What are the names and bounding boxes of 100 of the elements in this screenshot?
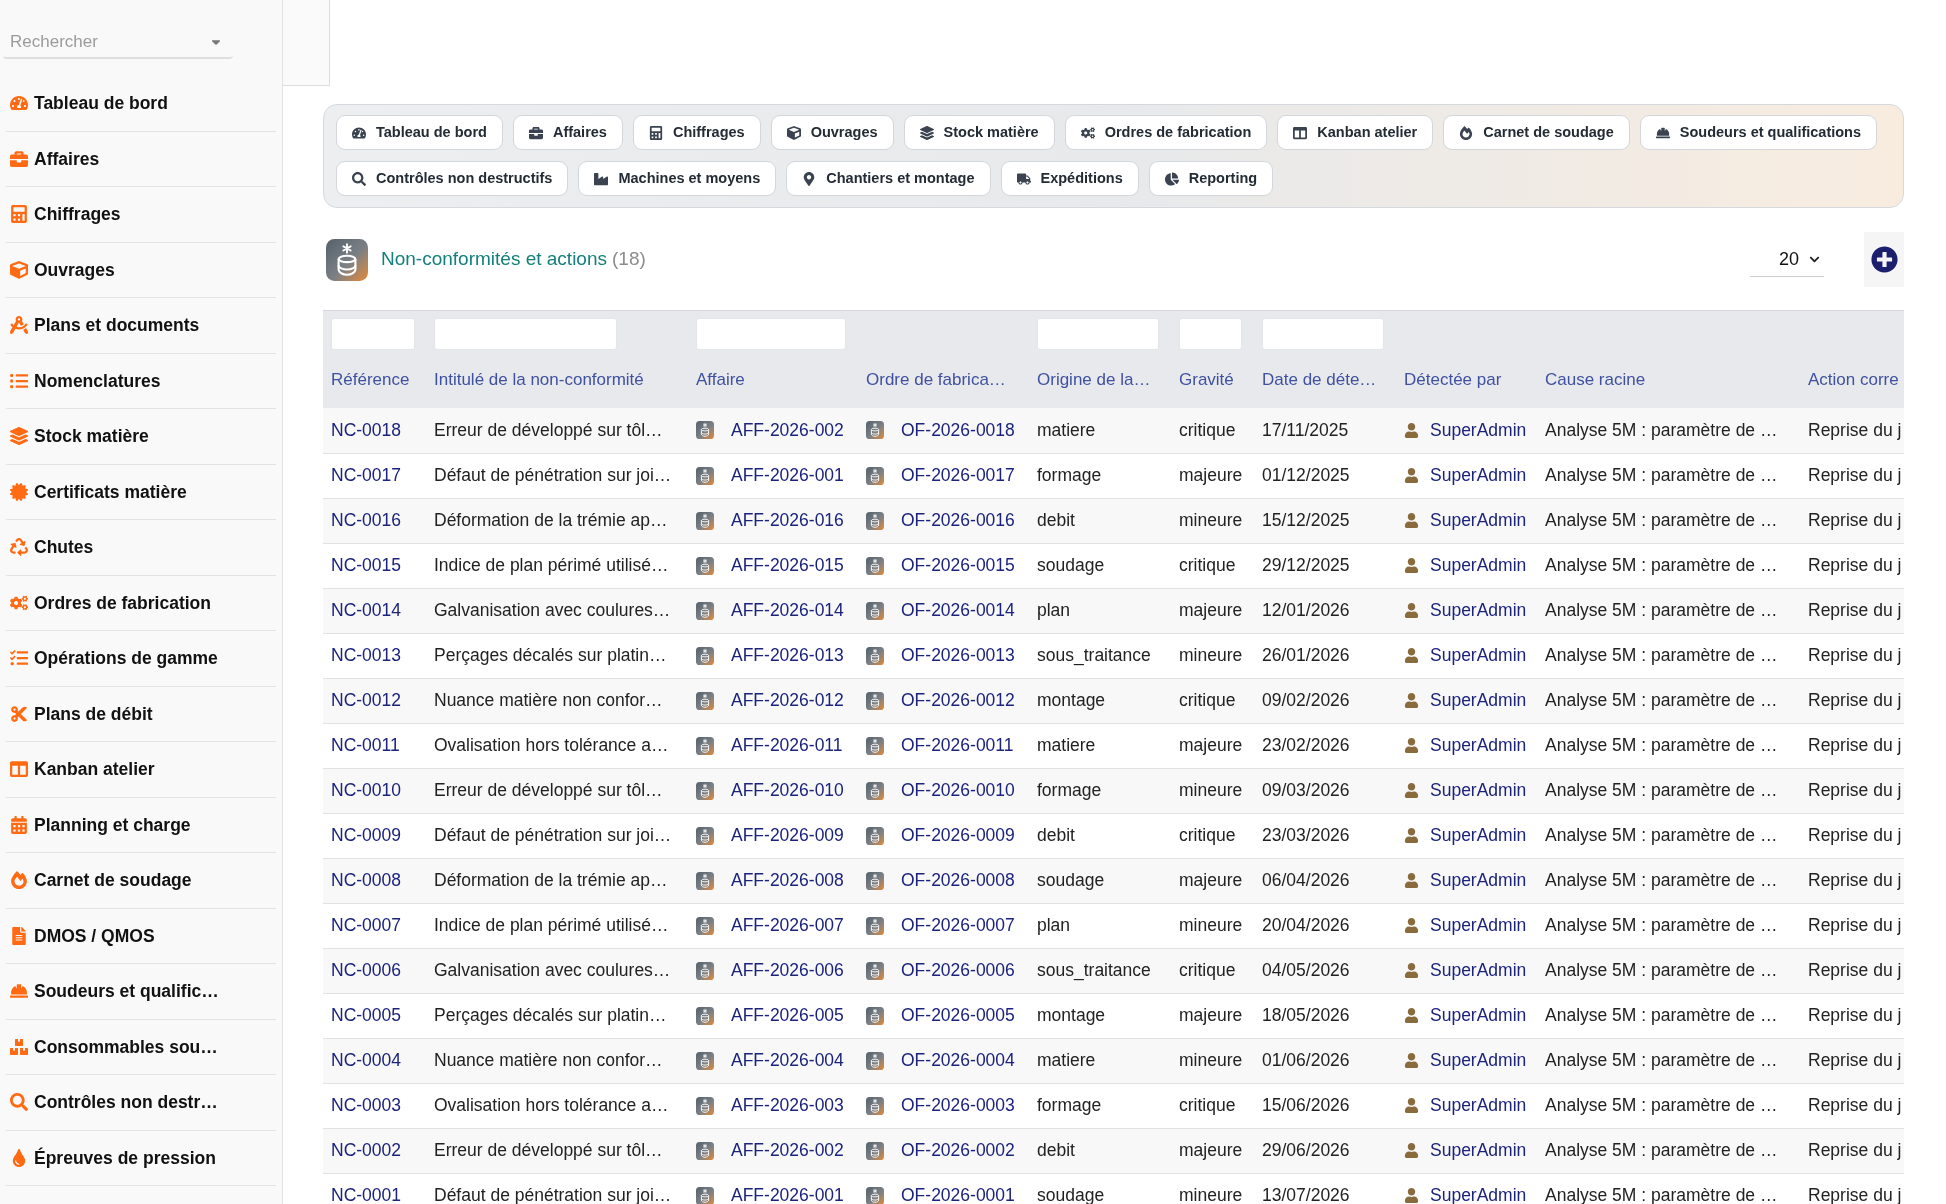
order-link[interactable]: OF-2026-0001 (901, 1182, 1015, 1204)
user-link[interactable]: SuperAdmin (1430, 1002, 1527, 1029)
project-link[interactable]: AFF-2026-001 (731, 462, 844, 489)
filter-field[interactable] (434, 318, 617, 350)
column-header[interactable]: Origine de la… (1037, 365, 1163, 395)
reference-link[interactable]: NC-0016 (331, 510, 402, 531)
shortcut-tab[interactable]: Affaires (512, 115, 623, 150)
order-link[interactable]: OF-2026-0005 (901, 1002, 1015, 1029)
order-link[interactable]: OF-2026-0004 (901, 1047, 1015, 1074)
project-link[interactable]: AFF-2026-005 (731, 1002, 844, 1029)
shortcut-tab[interactable]: Stock matière (903, 115, 1055, 150)
column-header[interactable]: Détectée par (1404, 365, 1529, 395)
user-link[interactable]: SuperAdmin (1430, 687, 1527, 714)
reference-link[interactable]: NC-0005 (331, 1005, 402, 1026)
column-header[interactable]: Intitulé de la non-conformité (434, 365, 680, 395)
sidebar-item[interactable]: Certificats matière (6, 464, 276, 520)
reference-link[interactable]: NC-0010 (331, 780, 402, 801)
order-link[interactable]: OF-2026-0013 (901, 642, 1015, 669)
project-link[interactable]: AFF-2026-008 (731, 867, 844, 894)
shortcut-tab[interactable]: Contrôles non destructifs (336, 161, 569, 196)
shortcut-tab[interactable]: Ouvrages (770, 115, 894, 150)
order-link[interactable]: OF-2026-0018 (901, 417, 1015, 444)
reference-link[interactable]: NC-0013 (331, 645, 402, 666)
shortcut-tab[interactable]: Kanban atelier (1277, 115, 1434, 150)
user-link[interactable]: SuperAdmin (1430, 507, 1527, 534)
column-header[interactable]: Ordre de fabrica… (866, 365, 1021, 395)
project-link[interactable]: AFF-2026-016 (731, 507, 844, 534)
column-header[interactable]: Cause racine (1545, 365, 1792, 395)
project-link[interactable]: AFF-2026-004 (731, 1047, 844, 1074)
project-link[interactable]: AFF-2026-010 (731, 777, 844, 804)
sidebar-item[interactable]: Ouvrages (6, 242, 276, 298)
reference-link[interactable]: NC-0006 (331, 960, 402, 981)
filter-field[interactable] (1037, 318, 1159, 350)
sidebar-item[interactable]: Consommables sou… (6, 1019, 276, 1075)
user-link[interactable]: SuperAdmin (1430, 912, 1527, 939)
order-link[interactable]: OF-2026-0010 (901, 777, 1015, 804)
user-link[interactable]: SuperAdmin (1430, 642, 1527, 669)
sidebar-item[interactable]: Contrôles non destr… (6, 1075, 276, 1131)
user-link[interactable]: SuperAdmin (1430, 867, 1527, 894)
order-link[interactable]: OF-2026-0011 (901, 732, 1014, 759)
shortcut-tab[interactable]: Chantiers et montage (786, 161, 991, 196)
sidebar-item[interactable]: Plans de débit (6, 686, 276, 742)
sidebar-item[interactable]: Tableau de bord (6, 76, 276, 132)
shortcut-tab[interactable]: Machines et moyens (578, 161, 777, 196)
project-link[interactable]: AFF-2026-002 (731, 417, 844, 444)
project-link[interactable]: AFF-2026-002 (731, 1137, 844, 1164)
project-link[interactable]: AFF-2026-012 (731, 687, 844, 714)
sidebar-item[interactable]: Planning et charge (6, 797, 276, 853)
order-link[interactable]: OF-2026-0012 (901, 687, 1015, 714)
sidebar-item[interactable]: Affaires (6, 131, 276, 187)
column-header[interactable]: Gravité (1179, 365, 1246, 395)
shortcut-tab[interactable]: Carnet de soudage (1443, 115, 1630, 150)
shortcut-tab[interactable]: Soudeurs et qualifications (1639, 115, 1878, 150)
sidebar-item[interactable]: Carnet de soudage (6, 853, 276, 909)
column-header[interactable]: Date de déte… (1262, 365, 1388, 395)
user-link[interactable]: SuperAdmin (1430, 1137, 1527, 1164)
project-link[interactable]: AFF-2026-003 (731, 1092, 844, 1119)
order-link[interactable]: OF-2026-0017 (901, 462, 1015, 489)
reference-link[interactable]: NC-0003 (331, 1095, 402, 1116)
shortcut-tab[interactable]: Chiffrages (632, 115, 761, 150)
shortcut-tab[interactable]: Tableau de bord (336, 115, 503, 150)
shortcut-tab[interactable]: Reporting (1148, 161, 1274, 196)
sidebar-item[interactable]: Ordres de fabrication (6, 575, 276, 631)
add-button[interactable] (1864, 232, 1904, 287)
user-link[interactable]: SuperAdmin (1430, 1092, 1527, 1119)
user-link[interactable]: SuperAdmin (1430, 1047, 1527, 1074)
column-header[interactable]: Référence (331, 365, 418, 395)
order-link[interactable]: OF-2026-0016 (901, 507, 1015, 534)
sidebar-item[interactable]: Épreuves de pression (6, 1130, 276, 1186)
reference-link[interactable]: NC-0015 (331, 555, 402, 576)
project-link[interactable]: AFF-2026-011 (731, 732, 843, 759)
sidebar-item[interactable]: Soudeurs et qualific… (6, 964, 276, 1020)
column-header[interactable]: Affaire (696, 365, 850, 395)
sidebar-item[interactable]: DMOS / QMOS (6, 908, 276, 964)
order-link[interactable]: OF-2026-0009 (901, 822, 1015, 849)
user-link[interactable]: SuperAdmin (1430, 777, 1527, 804)
project-link[interactable]: AFF-2026-001 (731, 1182, 844, 1204)
filter-field[interactable] (696, 318, 846, 350)
user-link[interactable]: SuperAdmin (1430, 552, 1527, 579)
sidebar-item[interactable]: Chutes (6, 520, 276, 576)
project-link[interactable]: AFF-2026-013 (731, 642, 844, 669)
filter-field[interactable] (331, 318, 415, 350)
user-link[interactable]: SuperAdmin (1430, 462, 1527, 489)
order-link[interactable]: OF-2026-0008 (901, 867, 1015, 894)
reference-link[interactable]: NC-0018 (331, 420, 402, 441)
order-link[interactable]: OF-2026-0007 (901, 912, 1015, 939)
filter-field[interactable] (1179, 318, 1242, 350)
shortcut-tab[interactable]: Expéditions (1000, 161, 1139, 196)
user-link[interactable]: SuperAdmin (1430, 822, 1527, 849)
reference-link[interactable]: NC-0008 (331, 870, 402, 891)
order-link[interactable]: OF-2026-0006 (901, 957, 1015, 984)
reference-link[interactable]: NC-0007 (331, 915, 402, 936)
user-link[interactable]: SuperAdmin (1430, 957, 1527, 984)
project-link[interactable]: AFF-2026-014 (731, 597, 844, 624)
project-link[interactable]: AFF-2026-009 (731, 822, 844, 849)
project-link[interactable]: AFF-2026-007 (731, 912, 844, 939)
sidebar-item[interactable]: Kanban atelier (6, 742, 276, 798)
user-link[interactable]: SuperAdmin (1430, 732, 1527, 759)
column-header[interactable]: Action corre (1808, 365, 1896, 395)
order-link[interactable]: OF-2026-0002 (901, 1137, 1015, 1164)
